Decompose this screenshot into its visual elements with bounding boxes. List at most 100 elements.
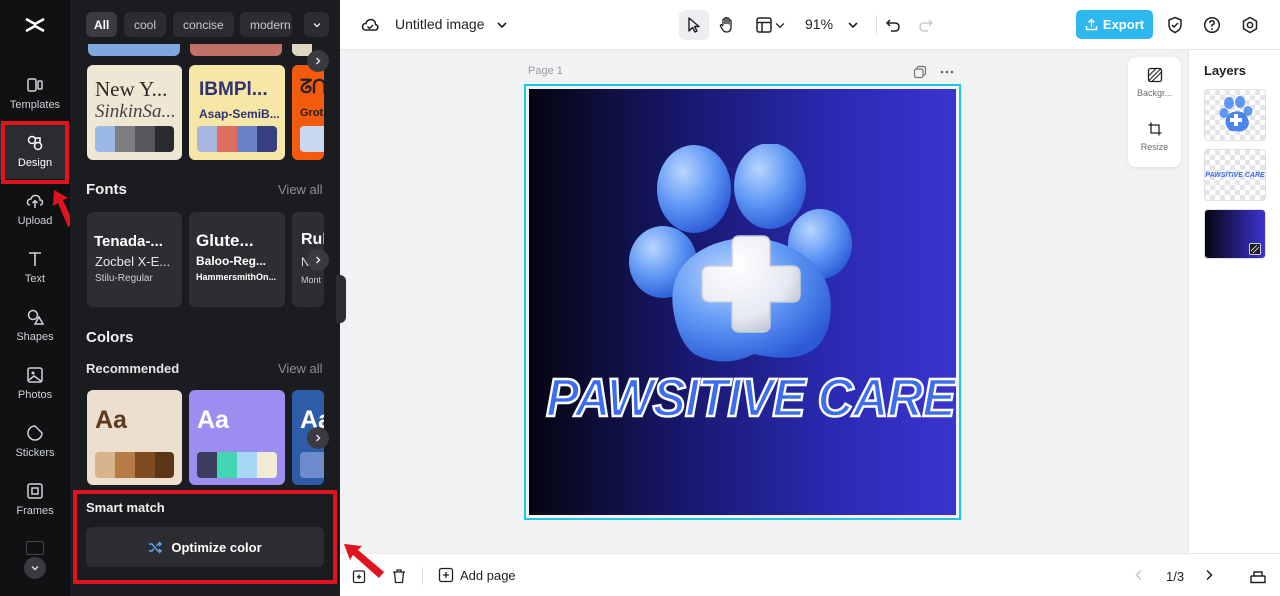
- colors-view-all-link[interactable]: View all: [278, 361, 323, 376]
- shapes-icon: [27, 309, 44, 325]
- paw-cross-graphic[interactable]: [624, 144, 864, 369]
- rail-photos[interactable]: Photos: [0, 355, 70, 411]
- prev-page-icon[interactable]: [1132, 568, 1146, 582]
- hand-tool-icon[interactable]: [715, 13, 739, 37]
- palette-swatches: [197, 126, 277, 152]
- undo-icon[interactable]: [881, 13, 905, 37]
- red-arrow-icon: [344, 544, 384, 578]
- layer-thumb-text[interactable]: PAWSITIVE CARE: [1204, 149, 1266, 201]
- rail-stickers[interactable]: Stickers: [0, 413, 70, 469]
- bottom-toolbar: Add page 1/3: [340, 553, 1280, 596]
- color-palette-card[interactable]: Aa: [189, 390, 285, 485]
- resize-tool-label: Resize: [1140, 142, 1169, 152]
- fonts-title: Fonts: [86, 181, 127, 198]
- shield-icon[interactable]: [1163, 13, 1187, 37]
- background-layer-icon: [1249, 243, 1261, 255]
- export-label: Export: [1102, 17, 1145, 32]
- palette-swatches: [197, 452, 277, 478]
- chevron-right-icon: [315, 57, 321, 65]
- font-pair-line2: Grot: [300, 107, 324, 119]
- photos-icon: [27, 366, 43, 383]
- frames-icon: [27, 482, 43, 499]
- font-card-line1: Glute...: [196, 231, 254, 250]
- upload-icon: [26, 194, 44, 208]
- top-toolbar: Untitled image 91% Export: [340, 0, 1280, 50]
- panel-collapse-handle[interactable]: [336, 275, 346, 323]
- rail-frames[interactable]: Frames: [0, 471, 70, 527]
- scroll-right-button[interactable]: [307, 427, 329, 449]
- more-options-icon[interactable]: [939, 65, 955, 79]
- scroll-right-button[interactable]: [307, 50, 329, 72]
- zoom-level[interactable]: 91%: [805, 16, 833, 32]
- chevron-down-icon[interactable]: [490, 13, 514, 37]
- next-page-icon[interactable]: [1202, 568, 1216, 582]
- palette-swatches: [95, 452, 174, 478]
- font-card-line3: HammersmithOn...: [196, 272, 277, 282]
- font-card-line1: Rul: [301, 231, 324, 248]
- resize-tool-button[interactable]: Resize: [1128, 121, 1181, 152]
- font-card-line1: Tenada-...: [94, 233, 163, 250]
- palette-swatches: [300, 126, 324, 152]
- chevron-right-icon: [315, 256, 321, 264]
- help-icon[interactable]: [1200, 13, 1224, 37]
- chevron-down-icon[interactable]: [841, 13, 865, 37]
- canvas-headline[interactable]: PAWSITIVE CARE: [545, 367, 956, 430]
- redo-icon[interactable]: [914, 13, 938, 37]
- rail-shapes[interactable]: Shapes: [0, 297, 70, 353]
- font-pair-card[interactable]: IBMPl... Asap-SemiB...: [189, 65, 285, 160]
- settings-icon[interactable]: [1238, 13, 1262, 37]
- capcut-logo[interactable]: [22, 12, 48, 38]
- chip-modern[interactable]: modern: [240, 12, 292, 37]
- chips-more-button[interactable]: [304, 12, 329, 37]
- font-card[interactable]: Tenada-... Zocbel X-E... Stilu-Regular: [87, 212, 182, 307]
- font-card-line2: Zocbel X-E...: [95, 254, 171, 269]
- layer-thumb-background[interactable]: [1204, 209, 1266, 259]
- font-pair-card[interactable]: New Y... SinkinSa...: [87, 65, 182, 160]
- resize-icon: [1148, 122, 1161, 136]
- rail-expand-button[interactable]: [24, 557, 46, 579]
- chip-cool[interactable]: cool: [124, 12, 167, 37]
- duplicate-page-icon[interactable]: [913, 65, 927, 79]
- rail-label: Templates: [9, 98, 61, 111]
- font-pair-card[interactable]: ᘔᑎ Grot: [292, 65, 324, 160]
- chip-concise[interactable]: concise: [173, 12, 234, 37]
- cursor-icon: [682, 13, 706, 37]
- font-pair-card-partial[interactable]: [190, 44, 282, 56]
- export-button[interactable]: Export: [1076, 10, 1153, 39]
- document-title[interactable]: Untitled image: [395, 16, 485, 32]
- layers-panel: Layers PAWSITIVE CARE: [1188, 50, 1280, 553]
- chip-all[interactable]: All: [86, 12, 117, 37]
- font-pair-line2: SinkinSa...: [95, 101, 176, 122]
- cloud-save-icon[interactable]: [358, 13, 382, 37]
- font-card-line2: Baloo-Reg...: [196, 254, 267, 268]
- rail-templates[interactable]: Templates: [0, 65, 70, 121]
- color-palette-card[interactable]: Aa: [87, 390, 182, 485]
- font-pair-line1: IBMPl...: [199, 79, 268, 100]
- background-tool-button[interactable]: Backgr...: [1128, 67, 1181, 98]
- chevron-down-icon[interactable]: [773, 13, 787, 37]
- palette-swatches: [95, 126, 174, 152]
- rail-label: Shapes: [16, 330, 54, 343]
- rail-label: Photos: [17, 388, 53, 401]
- side-tools-panel: Backgr... Resize: [1128, 57, 1181, 167]
- rail-text[interactable]: Text: [0, 239, 70, 295]
- font-pair-card-partial[interactable]: [88, 44, 180, 56]
- font-pair-line1: New Y...: [95, 77, 168, 101]
- font-card-line3: Stilu-Regular: [95, 273, 153, 284]
- stickers-icon: [27, 424, 43, 441]
- layer-thumb-paw[interactable]: [1204, 89, 1266, 141]
- toolbar-divider: [876, 15, 877, 35]
- add-page-button[interactable]: Add page: [460, 568, 516, 583]
- font-card[interactable]: Glute... Baloo-Reg... HammersmithOn...: [189, 212, 285, 307]
- scroll-right-button[interactable]: [307, 249, 329, 271]
- layers-toggle-icon[interactable]: [1249, 567, 1267, 585]
- colors-title: Colors: [86, 329, 134, 346]
- highlight-smart-match: [73, 490, 337, 584]
- text-icon: [29, 251, 41, 266]
- design-canvas[interactable]: PAWSITIVE CARE: [529, 89, 956, 515]
- trash-icon[interactable]: [391, 568, 407, 584]
- fonts-view-all-link[interactable]: View all: [278, 182, 323, 197]
- font-pair-line1: ᘔᑎ: [300, 77, 324, 98]
- rail-label: Text: [24, 272, 46, 285]
- templates-icon: [27, 77, 43, 92]
